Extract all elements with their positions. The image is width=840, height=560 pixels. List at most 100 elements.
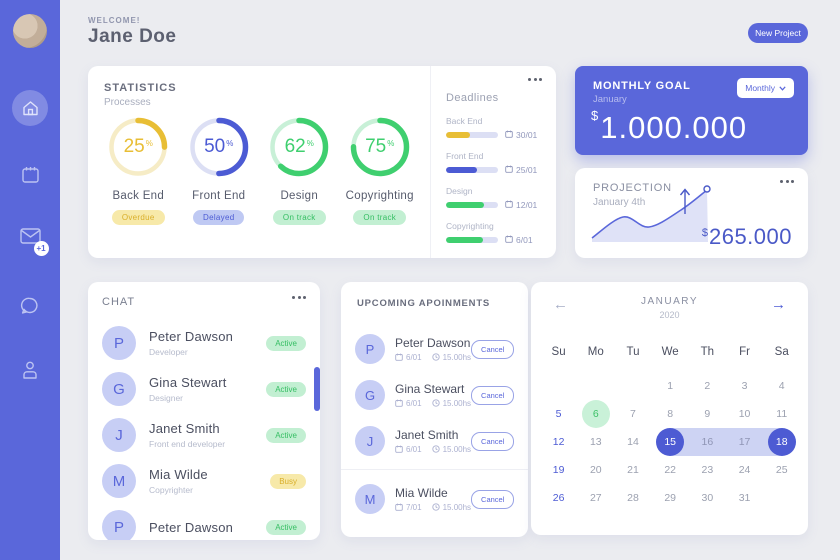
deadline-label: Copyrighting (446, 221, 494, 231)
presence-badge: Active (266, 427, 306, 443)
calendar-mini-icon (505, 165, 513, 175)
calendar-month-label: JANUARY (641, 296, 698, 307)
process-donuts: 25% Back End Overdue 50% Front End Delay… (88, 116, 430, 225)
chat-member-row[interactable]: P Peter Dawson Developer Active (88, 320, 320, 366)
calendar-empty-cell (614, 372, 651, 400)
calendar-day-cell[interactable]: 22 (652, 456, 689, 484)
appointment-meta: 6/01 15.00hs (395, 444, 471, 455)
appointments-title: UPCOMING APOINMENTS (357, 298, 491, 309)
monthly-goal-subtitle: January (593, 94, 627, 105)
cancel-appointment-button[interactable]: Cancel (471, 385, 515, 405)
calendar-day-cell[interactable]: 20 (577, 456, 614, 484)
calendar-day-cell[interactable]: 2 (689, 372, 726, 400)
calendar-year-label: 2020 (659, 310, 680, 320)
member-role: Copyrighter (149, 485, 193, 495)
deadline-label: Front End (446, 151, 484, 161)
member-name: Janet Smith (149, 421, 220, 436)
sidebar-item-chat[interactable] (0, 296, 60, 316)
calendar-day-cell[interactable]: 30 (689, 484, 726, 512)
calendar-day-cell[interactable]: 1 (652, 372, 689, 400)
calendar-day-cell[interactable]: 6 (577, 400, 614, 428)
avatar: P (102, 510, 136, 540)
chat-member-row[interactable]: P Peter Dawson Active (88, 504, 320, 540)
dashboard-app: +1 WELCOME! Jane Doe New Project STATIST… (0, 0, 840, 560)
chat-scrollbar[interactable] (314, 367, 320, 411)
chat-menu-icon[interactable] (292, 296, 306, 299)
calendar-day-cell[interactable]: 3 (726, 372, 763, 400)
calendar-day-cell[interactable]: 25 (763, 456, 800, 484)
card-divider (430, 66, 431, 258)
calendar-day-cell[interactable]: 27 (577, 484, 614, 512)
calendar-grid: 1 2 3 4 5 6 7 8 9 10 11 12 13 14 15 16 17 18 19 20 21 22 23 24 2… (540, 372, 801, 512)
calendar-day-cell[interactable]: 5 (540, 400, 577, 428)
appointment-name: Peter Dawson (395, 335, 471, 350)
cancel-appointment-button[interactable]: Cancel (471, 431, 515, 451)
process-percent: 75% (365, 136, 395, 157)
calendar-card: ← JANUARY 2020 → Su Mo Tu We Th Fr Sa 12345678… (531, 282, 808, 535)
deadline-date: 6/01 (505, 235, 533, 245)
calendar-mini-icon (505, 130, 513, 140)
calendar-icon (21, 167, 39, 183)
member-name: Gina Stewart (149, 375, 227, 390)
user-avatar[interactable] (13, 14, 47, 48)
chat-member-row[interactable]: M Mia Wilde Copyrighter Busy (88, 458, 320, 504)
appointment-name: Mia Wilde (395, 485, 448, 500)
calendar-next-arrow-icon[interactable]: → (771, 296, 786, 313)
calendar-day-name: We (661, 346, 679, 358)
new-project-button[interactable]: New Project (748, 23, 808, 43)
calendar-day-cell[interactable]: 31 (726, 484, 763, 512)
sidebar-item-home[interactable] (0, 90, 60, 126)
sidebar-item-calendar[interactable] (0, 165, 60, 184)
welcome-label: WELCOME! (88, 16, 141, 25)
calendar-day-cell[interactable]: 19 (540, 456, 577, 484)
page-title-username: Jane Doe (88, 26, 177, 47)
sidebar-item-messages[interactable]: +1 (0, 228, 60, 256)
process-percent: 25% (123, 136, 153, 157)
chat-header: CHAT (102, 296, 135, 308)
chat-member-row[interactable]: J Janet Smith Front end developer Active (88, 412, 320, 458)
calendar-day-cell[interactable]: 28 (614, 484, 651, 512)
appointment-name: Janet Smith (395, 427, 459, 442)
statistics-subtitle: Processes (104, 97, 151, 108)
calendar-day-cell[interactable]: 12 (540, 428, 577, 456)
calendar-day-cell[interactable]: 16 (688, 428, 726, 456)
sidebar-item-profile[interactable] (0, 360, 60, 380)
calendar-day-cell[interactable]: 29 (652, 484, 689, 512)
calendar-day-cell[interactable]: 14 (614, 428, 651, 456)
calendar-day-cell[interactable]: 9 (689, 400, 726, 428)
avatar: M (355, 484, 385, 514)
calendar-day-cell[interactable]: 18 (763, 428, 801, 456)
calendar-day-cell[interactable]: 13 (577, 428, 614, 456)
deadline-progress-bar (446, 167, 498, 173)
calendar-day-cell[interactable]: 17 (725, 428, 764, 456)
calendar-week-row: 12 13 14 15 16 17 18 (540, 428, 801, 456)
avatar: M (102, 464, 136, 498)
monthly-goal-title: MONTHLY GOAL (593, 80, 691, 92)
statistics-menu-icon[interactable] (528, 78, 542, 81)
calendar-day-cell[interactable]: 24 (726, 456, 763, 484)
calendar-header: JANUARY 2020 (531, 296, 808, 320)
calendar-day-cell[interactable]: 26 (540, 484, 577, 512)
calendar-day-cell[interactable]: 11 (763, 400, 800, 428)
sidebar: +1 (0, 0, 60, 560)
process-item: 50% Front End Delayed (180, 116, 258, 225)
calendar-mini-icon (395, 503, 403, 513)
calendar-day-cell[interactable]: 10 (726, 400, 763, 428)
appointment-row: P Peter Dawson 6/01 15.00hs Cancel (341, 326, 528, 372)
member-name: Mia Wilde (149, 467, 208, 482)
calendar-day-cell[interactable]: 21 (614, 456, 651, 484)
cancel-appointment-button[interactable]: Cancel (471, 339, 515, 359)
calendar-day-cell[interactable]: 23 (689, 456, 726, 484)
projection-menu-icon[interactable] (780, 180, 794, 183)
chat-member-row[interactable]: G Gina Stewart Designer Active (88, 366, 320, 412)
goal-period-select[interactable]: Monthly (737, 78, 794, 98)
chat-card: CHAT P Peter Dawson Developer Active G Gi… (88, 282, 320, 540)
calendar-day-cell[interactable]: 4 (763, 372, 800, 400)
calendar-day-cell[interactable]: 8 (652, 400, 689, 428)
cancel-appointment-button[interactable]: Cancel (471, 489, 515, 509)
calendar-day-cell[interactable]: 15 (651, 428, 689, 456)
calendar-day-cell[interactable]: 7 (614, 400, 651, 428)
calendar-week-row: 19 20 21 22 23 24 25 (540, 456, 800, 484)
appointment-row: M Mia Wilde 7/01 15.00hs Cancel (341, 469, 528, 522)
process-percent: 50% (204, 136, 234, 157)
